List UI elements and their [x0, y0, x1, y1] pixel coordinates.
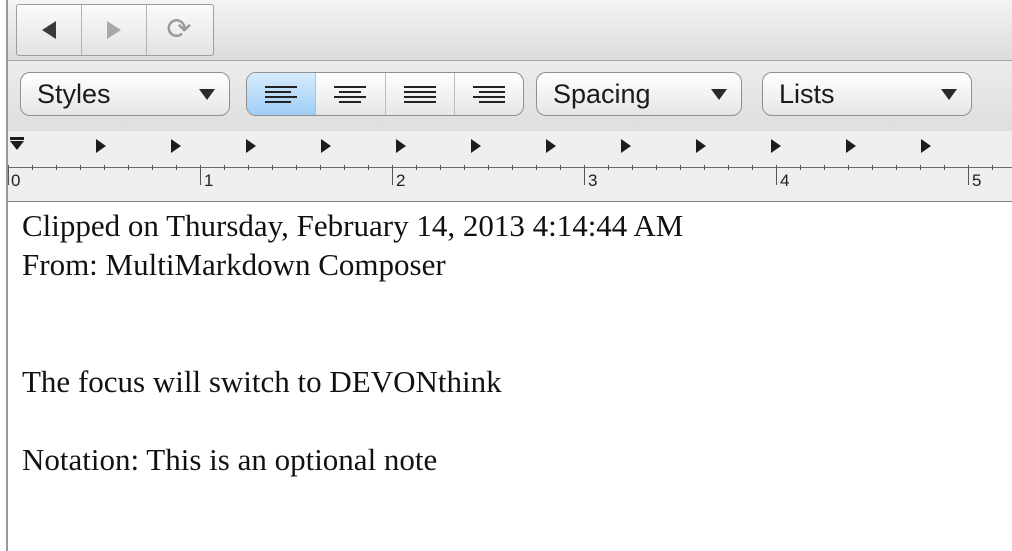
ruler-tick — [776, 165, 777, 185]
ruler-tick — [944, 165, 945, 170]
ruler-number: 2 — [396, 171, 406, 190]
lists-popup[interactable]: Lists — [762, 72, 972, 116]
clip-date-line: Clipped on Thursday, February 14, 2013 4… — [22, 208, 684, 243]
reload-icon: ⟳ — [166, 12, 192, 47]
ruler-number: 5 — [972, 171, 982, 190]
ruler-tick — [824, 165, 825, 170]
align-justify-button[interactable] — [386, 73, 455, 115]
ruler-tick — [248, 165, 249, 170]
ruler-tick — [512, 165, 513, 170]
alignment-segmented-control — [246, 72, 524, 116]
ruler-tick — [224, 165, 225, 170]
ruler-tick — [488, 165, 489, 170]
ruler-number: 3 — [588, 171, 598, 190]
align-justify-icon — [403, 85, 436, 103]
ruler-tick — [200, 165, 201, 185]
styles-popup[interactable]: Styles — [20, 72, 230, 116]
ruler-tick — [464, 165, 465, 170]
tab-stop-icon[interactable] — [171, 139, 181, 153]
align-left-button[interactable] — [247, 73, 317, 115]
ruler-tick — [272, 165, 273, 170]
ruler-tick — [728, 165, 729, 170]
ruler-tick — [296, 165, 297, 170]
ruler-tick — [416, 165, 417, 170]
ruler-tick — [32, 165, 33, 170]
ruler-tick — [992, 165, 993, 170]
clip-source-line: From: MultiMarkdown Composer — [22, 247, 446, 282]
align-center-button[interactable] — [316, 73, 386, 115]
ruler-tick — [968, 165, 969, 185]
tab-stop-icon[interactable] — [96, 139, 106, 153]
chevron-down-icon — [711, 88, 727, 100]
tab-stop-icon[interactable] — [771, 139, 781, 153]
tab-stop-icon[interactable] — [471, 139, 481, 153]
ruler-tick — [440, 165, 441, 170]
document-text-area[interactable]: Clipped on Thursday, February 14, 2013 4… — [22, 206, 1002, 479]
ruler-tick — [320, 165, 321, 170]
ruler-tick — [896, 165, 897, 170]
ruler-tick — [536, 165, 537, 170]
ruler-tick — [680, 165, 681, 170]
ruler-number: 0 — [11, 171, 21, 190]
ruler-tick — [56, 165, 57, 170]
ruler-number: 1 — [204, 171, 214, 190]
back-button[interactable] — [17, 5, 82, 55]
spacing-popup[interactable]: Spacing — [536, 72, 742, 116]
tab-stop-icon[interactable] — [846, 139, 856, 153]
ruler-tick — [584, 165, 585, 185]
align-left-icon — [265, 85, 298, 103]
first-line-indent-icon[interactable] — [10, 137, 24, 140]
ruler-tick — [128, 165, 129, 170]
ruler-tick — [632, 165, 633, 170]
tab-stop-icon[interactable] — [396, 139, 406, 153]
align-right-icon — [472, 85, 505, 103]
navigation-bar: ⟳ — [8, 0, 1012, 61]
align-center-icon — [334, 85, 367, 103]
ruler-tick — [800, 165, 801, 170]
tab-stop-icon[interactable] — [621, 139, 631, 153]
back-arrow-icon — [42, 21, 56, 39]
spacing-label: Spacing — [553, 78, 651, 109]
ruler-tick — [104, 165, 105, 170]
ruler-number: 4 — [780, 171, 790, 190]
tab-stop-icon[interactable] — [321, 139, 331, 153]
body-line: The focus will switch to DEVONthink — [22, 364, 502, 399]
ruler-tick — [8, 165, 9, 185]
ruler-tick — [344, 165, 345, 170]
ruler-baseline — [8, 167, 1012, 168]
forward-arrow-icon — [107, 21, 121, 39]
ruler-tick — [152, 165, 153, 170]
ruler-tick — [848, 165, 849, 170]
ruler-tick — [176, 165, 177, 170]
reload-button[interactable]: ⟳ — [147, 5, 211, 55]
tab-stop-icon[interactable] — [921, 139, 931, 153]
ruler[interactable]: 0 1 2 3 4 5 — [8, 131, 1012, 202]
styles-label: Styles — [37, 78, 111, 109]
navigation-buttons: ⟳ — [16, 4, 214, 56]
lists-label: Lists — [779, 78, 835, 109]
ruler-tick — [704, 165, 705, 170]
ruler-tick — [752, 165, 753, 170]
chevron-down-icon — [199, 88, 215, 100]
ruler-tick — [368, 165, 369, 170]
chevron-down-icon — [941, 88, 957, 100]
tab-stop-icon[interactable] — [696, 139, 706, 153]
tab-stop-icon[interactable] — [246, 139, 256, 153]
format-bar: Styles Spacing Lists — [8, 61, 1012, 131]
tab-stop-icon[interactable] — [546, 139, 556, 153]
left-indent-icon[interactable] — [10, 141, 24, 150]
ruler-tick — [920, 165, 921, 170]
ruler-tick — [872, 165, 873, 170]
forward-button[interactable] — [82, 5, 147, 55]
ruler-tick — [392, 165, 393, 185]
ruler-tick — [560, 165, 561, 170]
ruler-tick — [80, 165, 81, 170]
ruler-tick — [656, 165, 657, 170]
ruler-tick — [608, 165, 609, 170]
align-right-button[interactable] — [455, 73, 523, 115]
notation-line: Notation: This is an optional note — [22, 442, 438, 477]
